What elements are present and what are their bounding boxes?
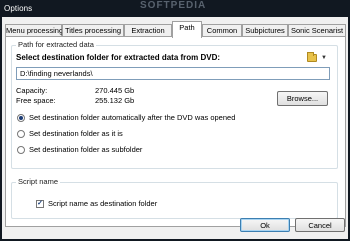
- capacity-value: 270.445 Gb: [95, 86, 135, 95]
- ok-button[interactable]: Ok: [240, 218, 290, 232]
- options-window: Options SOFTPEDIA Menu processing Titles…: [0, 0, 350, 241]
- path-group: Path for extracted data Select destinati…: [11, 40, 338, 169]
- watermark: SOFTPEDIA: [140, 0, 207, 11]
- free-space-label: Free space:: [16, 96, 56, 105]
- radio-auto-folder[interactable]: [17, 114, 25, 122]
- radio-subfolder-label: Set destination folder as subfolder: [29, 145, 143, 154]
- radio-as-is-label: Set destination folder as it is: [29, 129, 123, 138]
- radio-subfolder[interactable]: [17, 146, 25, 154]
- destination-path-input[interactable]: [16, 67, 330, 80]
- dialog-body: Menu processing Titles processing Extrac…: [2, 17, 348, 239]
- select-folder-heading: Select destination folder for extracted …: [16, 53, 221, 62]
- script-name-group: Script name ✓ Script name as destination…: [11, 177, 338, 219]
- script-name-group-title: Script name: [16, 177, 61, 186]
- cancel-button[interactable]: Cancel: [295, 218, 345, 232]
- browse-button[interactable]: Browse...: [277, 91, 328, 106]
- script-name-checkbox-label: Script name as destination folder: [48, 199, 158, 208]
- radio-as-is[interactable]: [17, 130, 25, 138]
- tab-path[interactable]: Path: [172, 21, 202, 38]
- capacity-label: Capacity:: [16, 86, 48, 95]
- chevron-down-icon[interactable]: ▼: [321, 55, 327, 61]
- path-group-title: Path for extracted data: [16, 40, 96, 49]
- radio-auto-folder-label: Set destination folder automatically aft…: [29, 113, 236, 122]
- path-tab-panel: Path for extracted data Select destinati…: [5, 36, 346, 227]
- folder-icon[interactable]: [307, 52, 317, 62]
- tab-strip: Menu processing Titles processing Extrac…: [5, 21, 346, 38]
- script-name-checkbox[interactable]: ✓: [36, 200, 44, 208]
- free-space-value: 255.132 Gb: [95, 96, 135, 105]
- window-title: Options: [4, 4, 33, 13]
